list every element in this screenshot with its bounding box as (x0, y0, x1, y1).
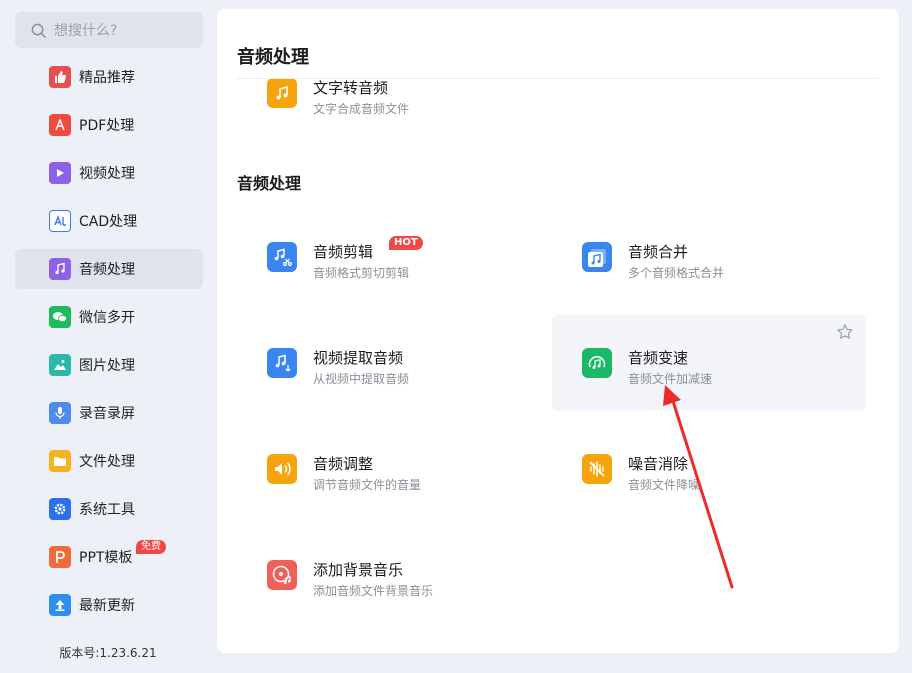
folder-icon (49, 450, 71, 472)
sidebar-item-label: 系统工具 (79, 502, 135, 518)
sidebar-item-label: PDF处理 (79, 118, 135, 134)
sidebar-item-label: 最新更新 (79, 598, 135, 614)
background-music-icon (267, 560, 297, 590)
text-to-audio-icon (267, 79, 297, 108)
sidebar-item-ppt[interactable]: PPT模板 免费 (15, 537, 203, 577)
audio-merge-icon (582, 242, 612, 272)
tool-desc: 添加音频文件背景音乐 (313, 584, 434, 598)
sidebar-item-audio[interactable]: 音频处理 (15, 249, 203, 289)
star-icon[interactable] (836, 323, 854, 341)
main-panel: 文字转音频 文字合成音频文件 音频处理 音频处理 音频剪辑 HOT 音频格式剪切… (217, 9, 899, 653)
play-icon (49, 162, 71, 184)
sidebar-item-label: 视频处理 (79, 166, 135, 182)
music-note-icon (49, 258, 71, 280)
tool-desc: 文字合成音频文件 (313, 102, 410, 116)
sidebar-item-pdf[interactable]: PDF处理 (15, 105, 203, 145)
sidebar-item-wechat[interactable]: 微信多开 (15, 297, 203, 337)
tool-card-inner: 文字转音频 文字合成音频文件 (237, 79, 551, 139)
tool-card-audio-cut[interactable]: 音频剪辑 HOT 音频格式剪切剪辑 (237, 209, 551, 305)
sidebar: 想搜什么? 精品推荐 PDF处理 视频处理 CAD处理 音频处理 微信多开 图片… (0, 0, 216, 673)
sidebar-item-image[interactable]: 图片处理 (15, 345, 203, 385)
tool-card-audio-merge[interactable]: 音频合并 多个音频格式合并 (552, 209, 866, 305)
sidebar-item-file[interactable]: 文件处理 (15, 441, 203, 481)
hot-badge: HOT (389, 236, 423, 250)
cad-icon (49, 210, 71, 232)
tool-desc: 音频文件降噪 (628, 478, 701, 492)
tool-card-audio-volume[interactable]: 音频调整 调节音频文件的音量 (237, 421, 551, 517)
tool-card-background-music[interactable]: 添加背景音乐 添加音频文件背景音乐 (237, 527, 551, 623)
sidebar-item-label: 录音录屏 (79, 406, 135, 422)
free-badge: 免费 (136, 540, 166, 554)
noise-reduce-icon (582, 454, 612, 484)
tool-name: 音频合并 (628, 243, 689, 261)
thumbs-up-icon (49, 66, 71, 88)
sidebar-item-label: PPT模板 (79, 550, 133, 566)
sidebar-item-recorder[interactable]: 录音录屏 (15, 393, 203, 433)
tool-name: 音频调整 (313, 455, 374, 473)
sidebar-item-label: 图片处理 (79, 358, 135, 374)
tool-name: 噪音消除 (628, 455, 689, 473)
tool-name: 音频变速 (628, 349, 689, 367)
audio-extract-icon (267, 348, 297, 378)
sidebar-item-updates[interactable]: 最新更新 (15, 585, 203, 625)
tool-name: 视频提取音频 (313, 349, 404, 367)
tool-desc: 音频文件加减速 (628, 372, 713, 386)
section-title: 音频处理 (237, 174, 302, 193)
tool-desc: 调节音频文件的音量 (313, 478, 422, 492)
search-icon (31, 23, 46, 38)
divider (237, 78, 879, 79)
search-placeholder: 想搜什么? (54, 23, 118, 39)
tool-desc: 多个音频格式合并 (628, 266, 725, 280)
image-icon (49, 354, 71, 376)
audio-speed-icon (582, 348, 612, 378)
upload-icon (49, 594, 71, 616)
sidebar-item-label: 微信多开 (79, 310, 135, 326)
search-input[interactable]: 想搜什么? (15, 12, 203, 48)
gear-icon (49, 498, 71, 520)
sidebar-item-label: 音频处理 (79, 262, 135, 278)
sticky-header (217, 9, 899, 79)
sidebar-item-featured[interactable]: 精品推荐 (15, 57, 203, 97)
sidebar-item-label: 文件处理 (79, 454, 135, 470)
page-title: 音频处理 (237, 47, 309, 68)
ppt-icon (49, 546, 71, 568)
sidebar-item-video[interactable]: 视频处理 (15, 153, 203, 193)
sidebar-item-system[interactable]: 系统工具 (15, 489, 203, 529)
tool-card-audio-extract[interactable]: 视频提取音频 从视频中提取音频 (237, 315, 551, 411)
tool-desc: 音频格式剪切剪辑 (313, 266, 410, 280)
tool-card-noise-reduce[interactable]: 噪音消除 音频文件降噪 (552, 421, 866, 517)
volume-icon (267, 454, 297, 484)
tool-card-audio-speed[interactable]: 音频变速 音频文件加减速 (552, 315, 866, 411)
audio-cut-icon (267, 242, 297, 272)
pdf-icon (49, 114, 71, 136)
wechat-icon (49, 306, 71, 328)
tool-desc: 从视频中提取音频 (313, 372, 410, 386)
tool-name: 文字转音频 (313, 79, 389, 97)
sidebar-item-cad[interactable]: CAD处理 (15, 201, 203, 241)
sidebar-item-label: 精品推荐 (79, 70, 135, 86)
tool-name: 音频剪辑 (313, 243, 374, 261)
microphone-icon (49, 402, 71, 424)
sidebar-item-label: CAD处理 (79, 214, 138, 230)
tool-card-text-to-audio[interactable]: 文字转音频 文字合成音频文件 (217, 79, 617, 139)
tool-name: 添加背景音乐 (313, 561, 404, 579)
version-label: 版本号:1.23.6.21 (59, 646, 157, 660)
